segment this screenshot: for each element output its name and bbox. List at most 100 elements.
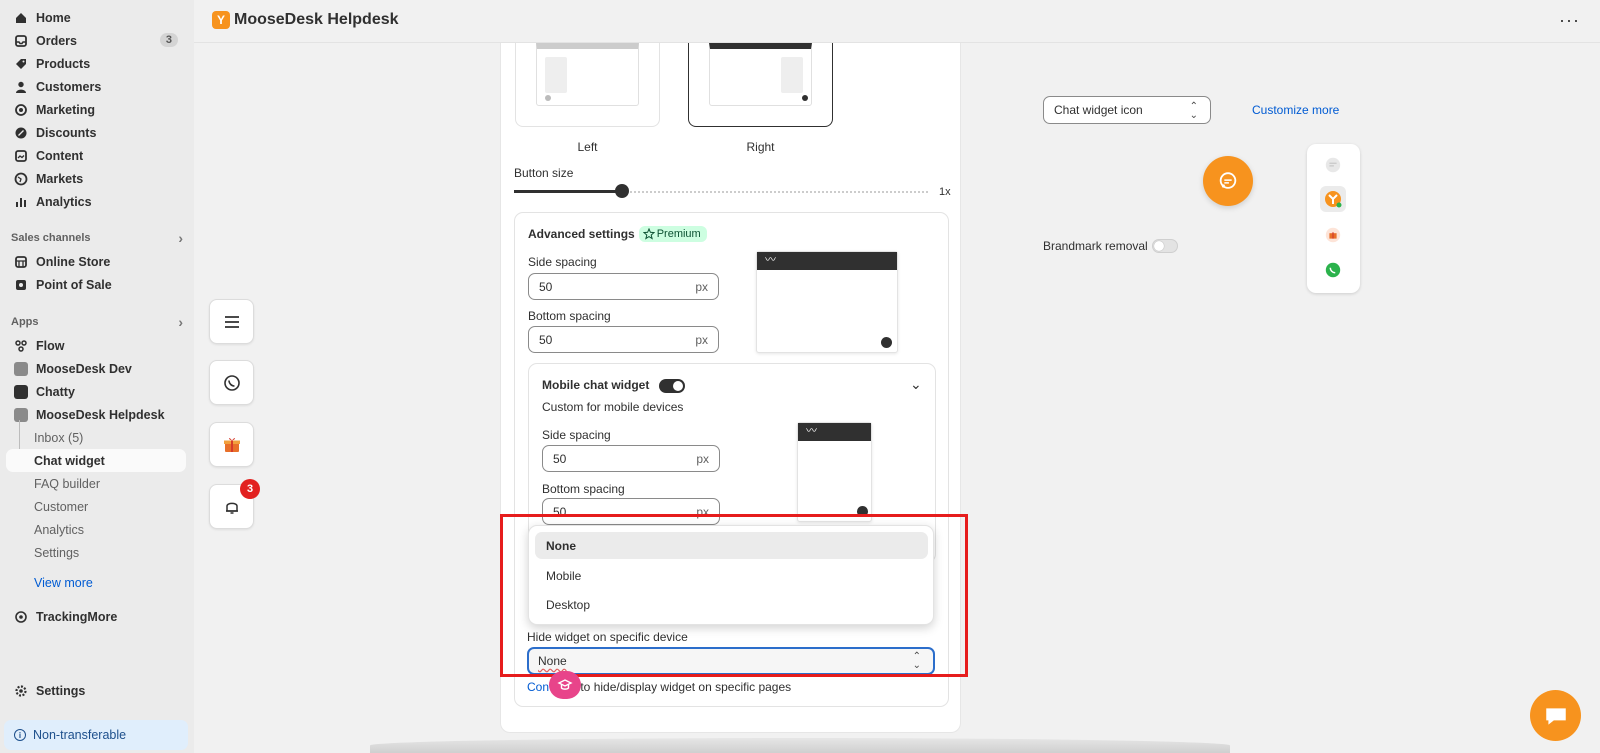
page-rules-rest: s to hide/display widget on specific pag… [571, 680, 792, 694]
sidebar-item-settings[interactable]: Settings [6, 679, 186, 702]
content-icon [14, 149, 28, 163]
position-right-label: Right [746, 140, 775, 154]
apps-section-title[interactable]: Apps › [11, 314, 183, 330]
premium-badge: Premium [638, 226, 707, 242]
app-title: Y MooseDesk Helpdesk [212, 11, 399, 29]
app-title-text: MooseDesk Helpdesk [234, 11, 399, 28]
sidebar-item-moosedesk-dev[interactable]: MooseDesk Dev [6, 357, 186, 380]
sidebar-item-flow[interactable]: Flow [6, 334, 186, 357]
moosedesk-logo-icon: Y [212, 11, 230, 29]
sidebar-item-label: FAQ builder [34, 476, 101, 491]
orders-count-badge: 3 [159, 33, 178, 47]
sidebar-item-analytics[interactable]: Analytics [6, 190, 186, 213]
non-transferable-banner[interactable]: i Non-transferable [4, 720, 188, 750]
sidebar: Home Orders 3 Products Customers Marketi… [0, 0, 194, 753]
sidebar-item-chatty[interactable]: Chatty [6, 380, 186, 403]
button-size-slider-thumb[interactable] [615, 184, 629, 198]
customize-more-link[interactable]: Customize more [1252, 103, 1339, 117]
premium-badge-label: Premium [656, 228, 701, 240]
menu-widget-button[interactable] [209, 299, 254, 344]
bottom-spacing-value: 50 [539, 332, 553, 347]
mobile-chat-widget-title: Mobile chat widget [542, 378, 685, 393]
sidebar-item-label: Orders [36, 33, 77, 48]
chat-lines-icon[interactable] [1320, 152, 1346, 178]
mobile-side-spacing-input[interactable]: 50 px [542, 445, 720, 472]
side-spacing-unit: px [695, 280, 708, 294]
sidebar-item-customer[interactable]: Customer [6, 495, 186, 518]
section-title-label: Apps [11, 316, 39, 328]
brandmark-removal-label: Brandmark removal [1043, 239, 1148, 253]
flow-icon [14, 339, 28, 353]
mobile-chat-widget-toggle[interactable] [658, 378, 685, 393]
page-rules-link[interactable]: Con [527, 680, 549, 694]
position-left-preview [536, 43, 639, 106]
side-spacing-label: Side spacing [528, 255, 597, 269]
sidebar-item-marketing[interactable]: Marketing [6, 98, 186, 121]
info-icon: i [14, 729, 26, 741]
sidebar-item-trackingmore[interactable]: TrackingMore [6, 605, 186, 628]
sidebar-item-moosedesk-helpdesk[interactable]: MooseDesk Helpdesk [6, 403, 186, 426]
support-chat-launcher[interactable] [1530, 690, 1581, 741]
sidebar-item-app-analytics[interactable]: Analytics [6, 518, 186, 541]
sidebar-item-products[interactable]: Products [6, 52, 186, 75]
mobile-chat-widget-title-text: Mobile chat widget [542, 378, 650, 392]
sidebar-item-content[interactable]: Content [6, 144, 186, 167]
moosedesk-helpdesk-app-icon [14, 407, 28, 422]
top-bar: Y MooseDesk Helpdesk ··· [194, 0, 1600, 43]
view-more-label: View more [34, 575, 93, 590]
sidebar-item-markets[interactable]: Markets [6, 167, 186, 190]
sidebar-item-label: Settings [34, 545, 80, 560]
sidebar-item-discounts[interactable]: Discounts [6, 121, 186, 144]
sales-channels-section-title[interactable]: Sales channels › [11, 230, 183, 246]
sidebar-item-label: Marketing [36, 102, 96, 117]
whatsapp-widget-button[interactable] [209, 360, 254, 405]
sidebar-item-label: Content [36, 148, 84, 163]
gift-icon[interactable] [1320, 222, 1346, 248]
sidebar-item-label: Markets [36, 171, 84, 186]
sidebar-item-label: Settings [36, 683, 86, 698]
widget-icon-column-preview [1307, 144, 1360, 293]
trackingmore-icon [14, 610, 28, 624]
position-left-option[interactable] [515, 43, 660, 127]
sidebar-item-label: Analytics [36, 194, 92, 209]
more-dots-icon[interactable]: ··· [1559, 10, 1580, 31]
chevron-down-icon[interactable]: ⌄ [910, 376, 922, 393]
gift-widget-button[interactable] [209, 422, 254, 467]
advanced-settings-title-text: Advanced settings [528, 227, 635, 241]
pink-floating-button[interactable] [549, 671, 581, 699]
position-right-option[interactable] [688, 43, 833, 127]
sidebar-item-inbox[interactable]: Inbox (5) [6, 426, 186, 449]
button-size-slider-fill [514, 190, 622, 193]
view-more-link[interactable]: View more [6, 571, 186, 594]
whatsapp-icon[interactable] [1320, 257, 1346, 283]
sidebar-item-label: Customers [36, 79, 102, 94]
bottom-spacing-unit: px [695, 333, 708, 347]
bottom-spacing-input[interactable]: 50 px [528, 326, 719, 353]
orders-icon [14, 34, 28, 48]
select-updown-icon: ⌃ ⌄ [1189, 101, 1198, 121]
chat-launcher-preview[interactable] [1203, 156, 1253, 206]
position-left-label: Left [577, 140, 598, 154]
sidebar-item-faq-builder[interactable]: FAQ builder [6, 472, 186, 495]
mobile-spacing-preview: 〰 [797, 422, 872, 522]
preview-launcher-dot [881, 337, 892, 348]
preview-panel [781, 57, 803, 93]
sidebar-item-home[interactable]: Home [6, 6, 186, 29]
preview-window-bar: 〰 [757, 252, 897, 270]
brandmark-removal-toggle[interactable] [1151, 239, 1178, 253]
mobile-subtitle: Custom for mobile devices [542, 400, 684, 414]
sidebar-item-label: Discounts [36, 125, 97, 140]
chat-widget-icon-select[interactable]: Chat widget icon ⌃ ⌄ [1043, 96, 1211, 124]
sidebar-item-point-of-sale[interactable]: Point of Sale [6, 273, 186, 296]
sidebar-item-chat-widget[interactable]: Chat widget [6, 449, 186, 472]
sidebar-item-online-store[interactable]: Online Store [6, 250, 186, 273]
side-spacing-input[interactable]: 50 px [528, 273, 719, 300]
star-icon [642, 228, 655, 240]
sidebar-item-orders[interactable]: Orders 3 [6, 29, 186, 52]
moosedesk-dev-app-icon [14, 361, 28, 376]
sidebar-item-label: Analytics [34, 522, 85, 537]
notification-count-badge: 3 [240, 479, 260, 499]
moosedesk-brand-icon[interactable] [1320, 186, 1346, 212]
sidebar-item-app-settings[interactable]: Settings [6, 541, 186, 564]
sidebar-item-customers[interactable]: Customers [6, 75, 186, 98]
